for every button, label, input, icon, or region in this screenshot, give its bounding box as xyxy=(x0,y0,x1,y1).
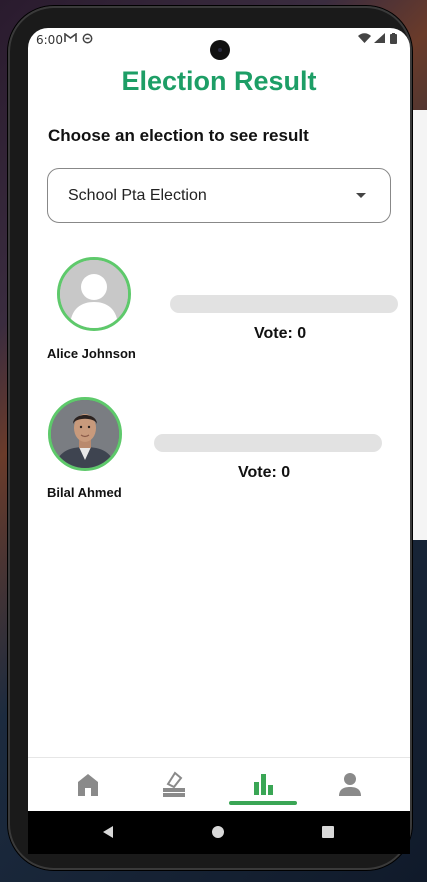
profile-icon[interactable] xyxy=(330,770,370,800)
wifi-icon xyxy=(358,33,371,46)
status-time: 6:00 xyxy=(36,33,63,47)
results-icon[interactable] xyxy=(243,770,283,800)
vote-count: Vote: 0 xyxy=(254,325,307,342)
recents-icon[interactable] xyxy=(321,825,335,844)
sync-icon xyxy=(82,33,93,47)
vote-progress-bar xyxy=(154,434,382,452)
signal-icon xyxy=(374,33,385,46)
front-camera xyxy=(210,40,230,60)
back-icon[interactable] xyxy=(101,825,115,844)
election-dropdown-value: School Pta Election xyxy=(68,187,207,204)
vote-count: Vote: 0 xyxy=(238,464,291,481)
page-subtitle: Choose an election to see result xyxy=(48,126,309,145)
default-user-avatar xyxy=(57,257,131,331)
vote-progress-bar xyxy=(170,295,398,313)
page-title: Election Result xyxy=(121,66,317,96)
election-dropdown[interactable]: School Pta Election xyxy=(47,168,391,223)
gmail-icon xyxy=(64,32,77,46)
candidate-name: Alice Johnson xyxy=(47,346,136,361)
system-nav-bar xyxy=(28,811,410,854)
photo-avatar xyxy=(48,397,122,471)
bottom-nav xyxy=(28,757,410,812)
chevron-down-icon xyxy=(356,193,366,198)
active-tab-indicator xyxy=(229,801,297,805)
vote-icon[interactable] xyxy=(154,770,194,800)
battery-icon xyxy=(390,33,397,47)
app-screen: 6:00 Election Result Choose an election … xyxy=(28,28,410,854)
home-icon[interactable] xyxy=(68,770,108,800)
candidate-name: Bilal Ahmed xyxy=(47,485,122,500)
home-circle-icon[interactable] xyxy=(211,825,225,844)
phone-frame: 6:00 Election Result Choose an election … xyxy=(8,6,412,870)
